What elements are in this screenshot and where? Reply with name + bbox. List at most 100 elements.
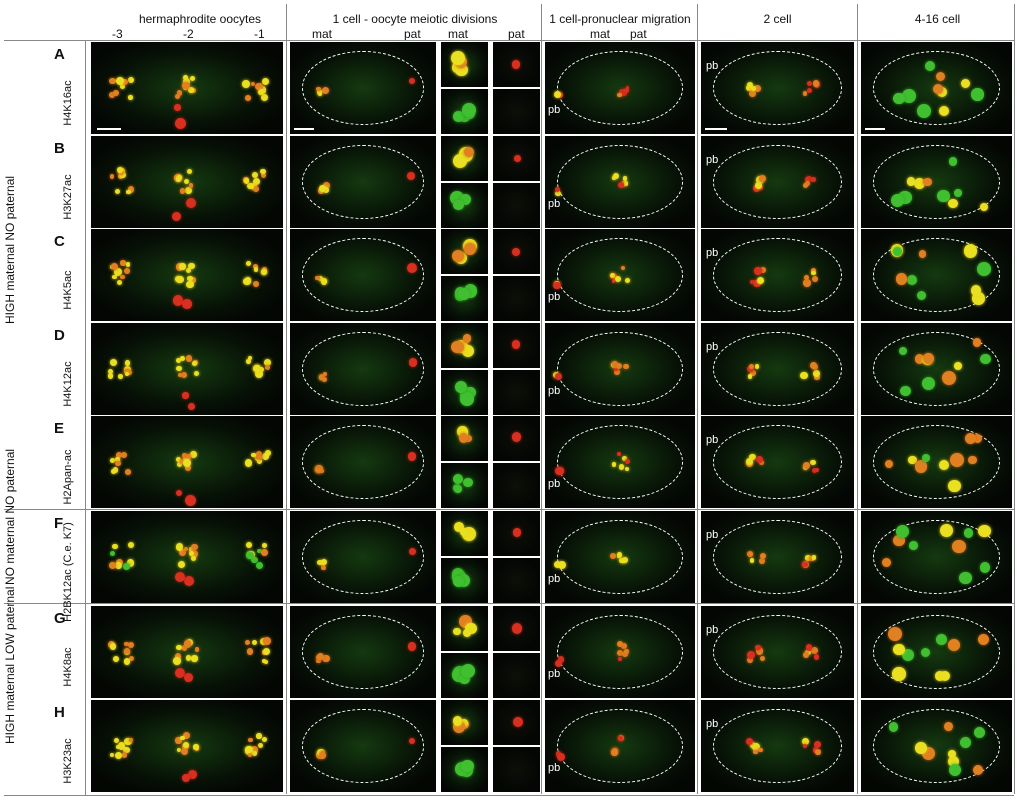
chromosome-spot	[183, 459, 192, 467]
chromosome-spot	[512, 716, 523, 728]
chromosome-spot	[246, 359, 251, 364]
divider-h-top	[4, 40, 1014, 41]
divider-h-group2	[4, 603, 1014, 604]
chromosome-spot	[815, 749, 821, 755]
chromosome-spot	[616, 452, 621, 457]
inset-pat-green-f	[493, 558, 540, 603]
chromosome-spot	[120, 274, 126, 280]
embryo-outline	[713, 145, 842, 219]
divider-v2	[286, 4, 287, 794]
chromosome-spot	[261, 658, 266, 663]
embryo-outline	[301, 615, 425, 689]
polar-body-label: pb	[706, 341, 719, 353]
chromosome-spot	[459, 528, 468, 537]
chromosome-spot	[109, 78, 116, 85]
chromosome-spot	[113, 738, 119, 744]
embryo-outline	[301, 520, 425, 594]
chromosome-spot	[245, 542, 252, 549]
chromosome-spot	[754, 267, 762, 275]
chromosome-spot	[748, 364, 754, 369]
row-mark-d: H4K12ac	[62, 361, 74, 407]
divider-h-group1	[4, 509, 1014, 510]
inset-mat-label: mat	[448, 27, 469, 41]
chromosome-spot	[253, 280, 260, 287]
chromosome-spot	[115, 752, 123, 759]
inset-pat-green-c	[493, 276, 540, 321]
chromosome-spot	[127, 541, 134, 549]
embryo-outline	[713, 615, 842, 689]
chromosome-spot	[899, 385, 911, 397]
pronuclear-panel-b: pb	[545, 136, 695, 228]
multi-cell-panel-e	[861, 416, 1012, 508]
multi-cell-panel-h	[861, 700, 1012, 792]
row-mark-b: H3K27ac	[62, 174, 74, 220]
chromosome-spot	[194, 371, 199, 377]
embryo-outline	[713, 520, 842, 594]
chromosome-spot	[184, 575, 195, 586]
polar-body-label: pb	[548, 762, 561, 774]
chromosome-spot	[123, 647, 131, 654]
oocytes-panel-f	[91, 511, 283, 603]
chromosome-spot	[453, 627, 462, 636]
inset-mat-merge-f	[441, 511, 488, 556]
embryo-outline	[557, 238, 683, 312]
chromosome-spot	[463, 628, 472, 637]
chromosome-spot	[252, 639, 258, 646]
chromosome-spot	[924, 60, 935, 71]
row-mark-h: H3K23ac	[62, 738, 74, 784]
chromosome-spot	[191, 543, 198, 550]
multi-cell-panel-a	[861, 42, 1012, 134]
chromosome-spot	[179, 188, 186, 194]
two-cell-panel-f: pb	[701, 511, 854, 603]
polar-body-label: pb	[548, 573, 561, 585]
chromosome-spot	[461, 663, 476, 678]
inset-pat-green-d	[493, 370, 540, 415]
chromosome-spot	[973, 765, 984, 776]
chromosome-spot	[617, 735, 623, 741]
embryo-outline	[713, 709, 842, 783]
inset-pat-merge-a	[493, 42, 540, 87]
chromosome-spot	[322, 371, 327, 377]
chromosome-spot	[813, 654, 820, 660]
chromosome-spot	[408, 358, 417, 367]
chromosome-spot	[892, 92, 905, 105]
chromosome-spot	[802, 91, 807, 96]
chromosome-spot	[316, 467, 321, 473]
chromosome-spot	[807, 87, 813, 93]
polar-body-label: pb	[706, 529, 719, 541]
chromosome-spot	[250, 452, 256, 458]
chromosome-spot	[922, 177, 932, 187]
chromosome-spot	[809, 362, 817, 369]
chromosome-spot	[262, 737, 268, 743]
chromosome-spot	[959, 571, 972, 585]
group-label-high-no: HIGH maternal NO paternal	[3, 175, 17, 324]
inset-pat-merge-h	[493, 700, 540, 745]
chromosome-spot	[409, 737, 416, 744]
chromosome-spot	[963, 528, 974, 538]
chromosome-spot	[758, 747, 763, 752]
chromosome-spot	[451, 340, 464, 354]
chromosome-spot	[181, 747, 189, 755]
chromosome-spot	[188, 183, 194, 188]
chromosome-spot	[191, 655, 198, 662]
chromosome-spot	[124, 658, 131, 665]
oocytes-panel-e	[91, 416, 283, 508]
divider-v3	[541, 4, 542, 794]
scale-bar	[865, 128, 885, 130]
embryo-outline	[713, 332, 842, 406]
chromosome-spot	[261, 543, 267, 549]
embryo-outline	[301, 425, 425, 499]
polar-body-label: pb	[548, 198, 561, 210]
inset-mat-green-d	[441, 370, 488, 415]
chromosome-spot	[980, 354, 991, 365]
chromosome-spot	[183, 673, 193, 683]
inset-mat-green-b	[441, 183, 488, 228]
chromosome-spot	[177, 561, 185, 569]
polar-body-label: pb	[706, 154, 719, 166]
chromosome-spot	[948, 198, 958, 208]
divider-v5	[857, 4, 858, 794]
chromosome-spot	[458, 287, 471, 300]
chromosome-spot	[619, 464, 625, 470]
chromosome-spot	[123, 267, 130, 274]
chromosome-spot	[811, 177, 816, 182]
